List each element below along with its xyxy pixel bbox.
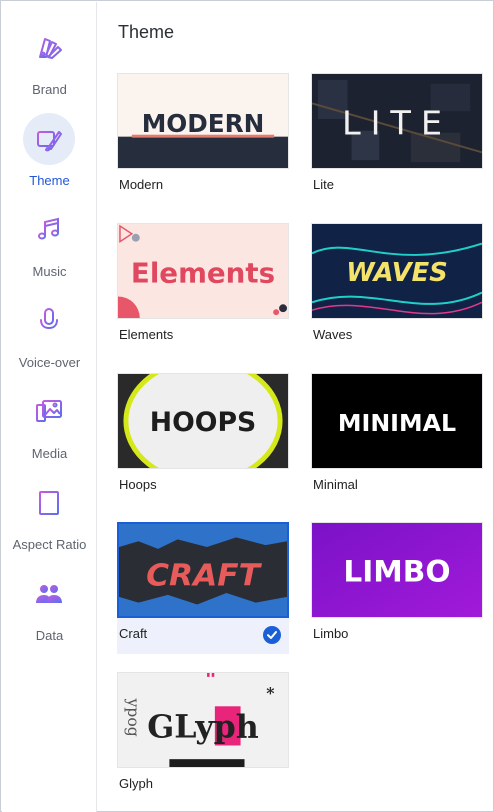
sidebar-item-data[interactable]: Data bbox=[2, 564, 97, 650]
theme-label: Waves bbox=[313, 327, 353, 342]
sidebar-item-label: Aspect Ratio bbox=[12, 537, 87, 552]
microphone-icon bbox=[23, 295, 75, 347]
sidebar-item-aspect-ratio[interactable]: Aspect Ratio bbox=[2, 473, 97, 559]
theme-card-craft[interactable]: CRAFT Craft bbox=[117, 522, 289, 654]
theme-label: Hoops bbox=[119, 477, 157, 492]
theme-thumbnail: LITE bbox=[311, 73, 483, 169]
theme-label: Limbo bbox=[313, 626, 349, 641]
theme-thumbnail: MINIMAL bbox=[311, 373, 483, 469]
theme-thumbnail: CRAFT bbox=[117, 522, 289, 618]
theme-card-waves[interactable]: WAVES Waves bbox=[311, 223, 483, 355]
theme-label: Craft bbox=[119, 626, 148, 641]
theme-thumbnail: LIMBO bbox=[311, 522, 483, 618]
theme-card-glyph[interactable]: ypog " * GLyph Glyph bbox=[117, 672, 289, 804]
sidebar-item-label: Music bbox=[32, 264, 67, 279]
theme-label: Lite bbox=[313, 177, 334, 192]
theme-card-modern[interactable]: MODERN Modern bbox=[117, 73, 289, 205]
svg-text:ypog: ypog bbox=[124, 697, 143, 736]
thumb-text: WAVES bbox=[346, 258, 447, 288]
sidebar-item-brand[interactable]: Brand bbox=[2, 18, 97, 104]
sidebar-item-label: Voice-over bbox=[18, 355, 81, 370]
thumb-text: CRAFT bbox=[146, 558, 263, 594]
thumb-text: LITE bbox=[342, 104, 452, 143]
page-title: Theme bbox=[118, 22, 175, 42]
thumb-text: MODERN bbox=[142, 109, 265, 138]
theme-card-hoops[interactable]: HOOPS Hoops bbox=[117, 373, 289, 505]
sidebar-item-media[interactable]: Media bbox=[2, 382, 97, 468]
music-note-icon bbox=[23, 204, 75, 256]
media-images-icon bbox=[23, 386, 75, 438]
sidebar-item-label: Theme bbox=[29, 173, 70, 188]
theme-gallery: Theme MODERN Modern LITE Lite Elements E… bbox=[98, 2, 494, 812]
thumb-text: MINIMAL bbox=[338, 409, 456, 437]
palette-swatches-icon bbox=[23, 22, 75, 74]
theme-label: Minimal bbox=[313, 477, 358, 492]
theme-thumbnail: WAVES bbox=[311, 223, 483, 319]
svg-text:": " bbox=[205, 673, 216, 693]
thumb-text: GLyph bbox=[147, 709, 259, 746]
theme-label: Elements bbox=[119, 327, 174, 342]
theme-brush-icon bbox=[23, 113, 75, 165]
theme-card-lite[interactable]: LITE Lite bbox=[311, 73, 483, 205]
theme-thumbnail: ypog " * GLyph bbox=[117, 672, 289, 768]
thumb-text: HOOPS bbox=[150, 407, 256, 438]
svg-text:*: * bbox=[266, 684, 274, 703]
sidebar-item-label: Brand bbox=[32, 82, 67, 97]
theme-thumbnail: MODERN bbox=[117, 73, 289, 169]
sidebar-item-label: Data bbox=[35, 628, 64, 643]
selected-check-icon bbox=[263, 626, 281, 644]
sidebar-item-label: Media bbox=[31, 446, 68, 461]
theme-thumbnail: HOOPS bbox=[117, 373, 289, 469]
sidebar-item-theme[interactable]: Theme bbox=[2, 109, 97, 195]
theme-panel: Brand Theme Music Voice-over Media Aspec… bbox=[0, 0, 494, 812]
theme-card-elements[interactable]: Elements Elements bbox=[117, 223, 289, 355]
people-data-icon bbox=[23, 568, 75, 620]
theme-label: Modern bbox=[119, 177, 164, 192]
theme-label: Glyph bbox=[119, 776, 153, 791]
theme-card-minimal[interactable]: MINIMAL Minimal bbox=[311, 373, 483, 505]
thumb-text: Elements bbox=[131, 258, 275, 290]
sidebar-item-music[interactable]: Music bbox=[2, 200, 97, 286]
sidebar-item-voice-over[interactable]: Voice-over bbox=[2, 291, 97, 377]
sidebar: Brand Theme Music Voice-over Media Aspec… bbox=[2, 2, 97, 812]
aspect-ratio-icon bbox=[23, 477, 75, 529]
theme-card-limbo[interactable]: LIMBO Limbo bbox=[311, 522, 483, 654]
thumb-text: LIMBO bbox=[343, 555, 450, 589]
theme-thumbnail: Elements bbox=[117, 223, 289, 319]
